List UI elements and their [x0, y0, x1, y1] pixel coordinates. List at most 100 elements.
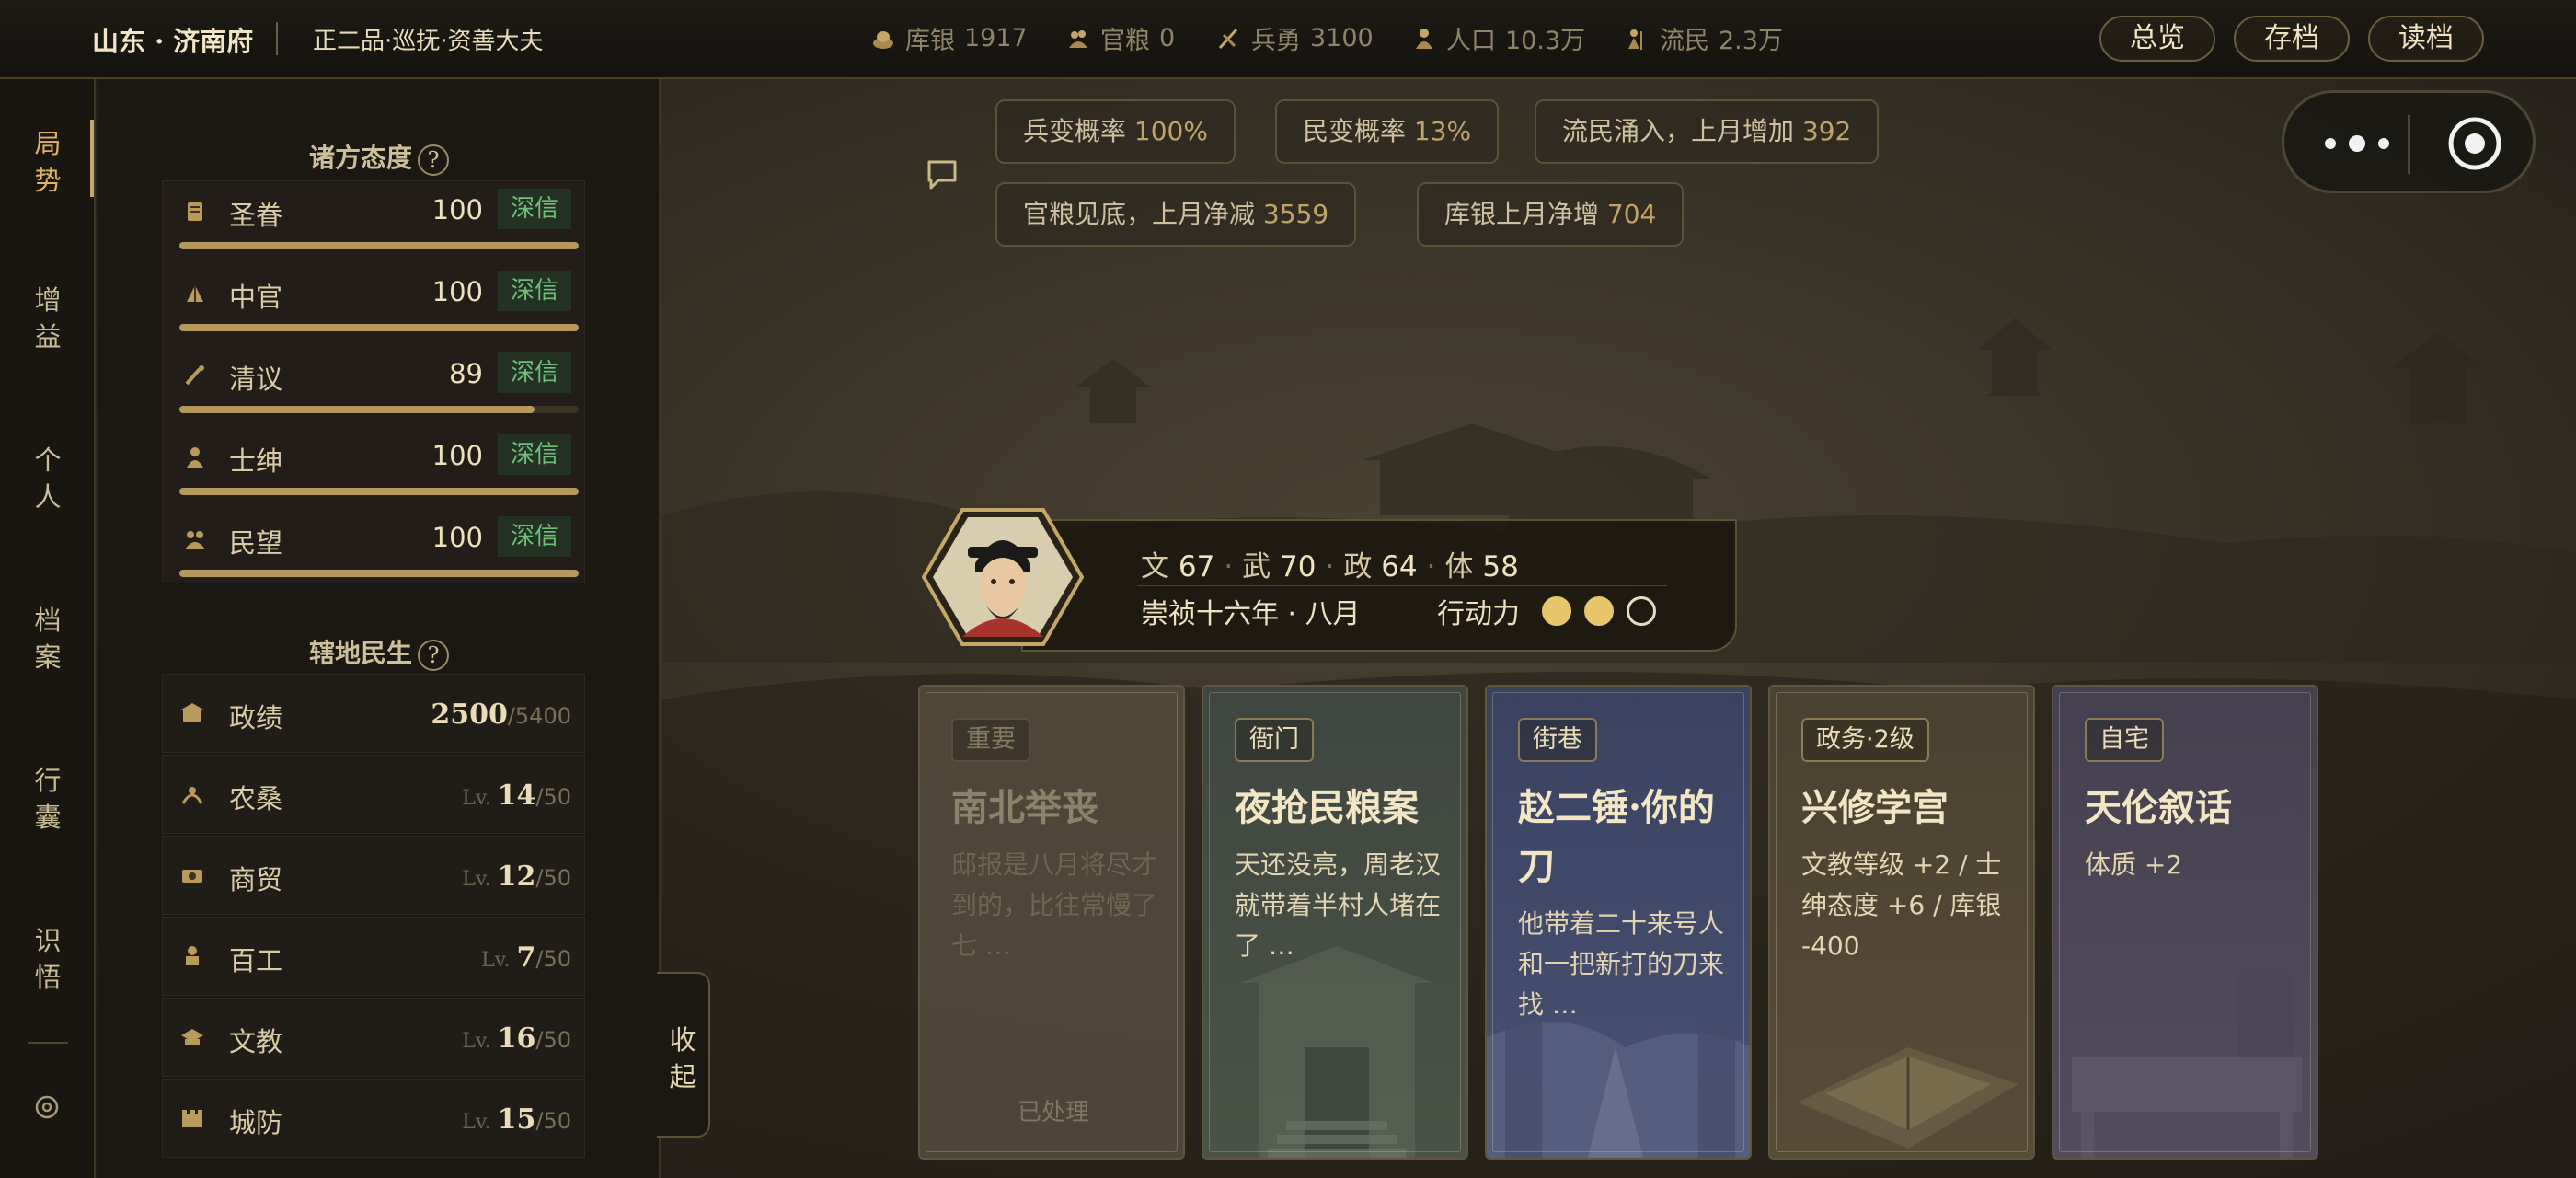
event-card-zhao-erchui[interactable]: 街巷 赵二锤·你的刀 他带着二十来号人和一把新打的刀来找 …: [1485, 685, 1752, 1160]
status-badge: 深信: [498, 271, 571, 311]
resource-grain: 官粮 0: [1065, 20, 1175, 56]
more-icon[interactable]: [2319, 130, 2395, 157]
livelihood-row-agriculture: 农桑 Lv. 14/50: [162, 755, 585, 834]
resource-refugees: 流民 2.3万: [1625, 20, 1783, 56]
status-badge: 深信: [498, 189, 571, 229]
nav-item-insight[interactable]: 识 悟: [0, 922, 96, 996]
card-description: 天还没亮，周老汉就带着半村人堵在了 …: [1235, 849, 1442, 961]
card-title: 天伦叙话: [2085, 786, 2232, 829]
fortress-icon: [182, 1110, 202, 1127]
target-icon[interactable]: [33, 1093, 61, 1121]
brush-icon: [185, 365, 204, 386]
card-tag: 衙门: [1235, 718, 1314, 762]
alert-revolt-chance: 民变概率 13%: [1275, 99, 1500, 164]
alert-silver-increase: 库银上月净增 704: [1417, 182, 1685, 247]
attitude-row-imperial-favor: 圣眷 100 深信: [163, 181, 586, 262]
attitude-bar: [179, 324, 579, 331]
card-tag: 重要: [951, 718, 1030, 762]
nav-item-archive[interactable]: 档 案: [0, 602, 96, 676]
alert-mutiny-chance: 兵变概率 100%: [995, 99, 1236, 164]
nav-item-situation[interactable]: 局 势: [0, 125, 96, 199]
card-status: 已处理: [1017, 1099, 1089, 1126]
attitude-row-popularity: 民望 100 深信: [163, 509, 586, 590]
trade-icon: [182, 870, 202, 883]
livelihood-row-trade: 商贸 Lv. 12/50: [162, 836, 585, 915]
character-stats: 文 67 · 武 70 · 政 64 · 体 58: [1141, 550, 1519, 583]
load-button[interactable]: 读档: [2368, 16, 2484, 62]
left-nav: 局 势 增 益 个 人 档 案 行 囊 识 悟: [0, 79, 96, 1178]
grain-icon: [1069, 29, 1087, 48]
character-portrait[interactable]: [922, 506, 1084, 648]
close-target-icon[interactable]: [2446, 115, 2503, 172]
livelihood-help-button[interactable]: ?: [418, 639, 449, 671]
status-panel: 诸方态度? 圣眷 100 深信 中官 100 深信 清议 89 深信 士绅 10…: [98, 79, 661, 1178]
status-badge: 深信: [498, 516, 571, 557]
nav-item-buffs[interactable]: 增 益: [0, 282, 96, 355]
people-icon: [185, 531, 205, 549]
card-tag: 政务·2级: [1801, 718, 1929, 762]
card-divider: [953, 1077, 1152, 1078]
attitude-bar: [179, 406, 579, 413]
alert-grain-depleted: 官粮见底，上月净减 3559: [995, 182, 1357, 247]
card-description: 邸报是八月将尽才到的，比往常慢了七 …: [951, 849, 1158, 961]
action-point: [1627, 596, 1656, 626]
livelihood-row-education: 文教 Lv. 16/50: [162, 998, 585, 1077]
attitude-row-eunuchs: 中官 100 深信: [163, 263, 586, 344]
livelihood-row-crafts: 百工 Lv. 7/50: [162, 917, 585, 996]
craft-icon: [186, 946, 199, 965]
card-title: 夜抢民粮案: [1235, 786, 1419, 829]
title-divider: [276, 22, 278, 55]
action-point: [1542, 596, 1571, 626]
event-card-school-repair[interactable]: 政务·2级 兴修学宫 文教等级 +2 / 士绅态度 +6 / 库银 -400: [1768, 685, 2035, 1160]
event-card-grain-robbery[interactable]: 衙门 夜抢民粮案 天还没亮，周老汉就带着半村人堵在了 …: [1202, 685, 1468, 1160]
farm-icon: [181, 787, 203, 804]
top-bar: 山东 · 济南府 正二品·巡抚·资善大夫 库银 1917 官粮 0 兵勇 310…: [0, 0, 2576, 79]
overview-button[interactable]: 总览: [2099, 16, 2215, 62]
attitudes-list: 圣眷 100 深信 中官 100 深信 清议 89 深信 士绅 100 深信 民…: [162, 180, 585, 583]
event-card-mourning[interactable]: 重要 南北举丧 邸报是八月将尽才到的，比往常慢了七 … 已处理: [918, 685, 1185, 1160]
attitudes-header: 诸方态度?: [98, 138, 661, 176]
status-badge: 深信: [498, 434, 571, 475]
population-icon: [1416, 28, 1432, 49]
event-card-family-talk[interactable]: 自宅 天伦叙话 体质 +2: [2052, 685, 2318, 1160]
capsule-divider: [2408, 115, 2410, 174]
refugee-icon: [1628, 29, 1642, 50]
attitude-bar: [179, 570, 579, 577]
alert-refugee-influx: 流民涌入，上月增加 392: [1535, 99, 1880, 164]
education-icon: [181, 1029, 203, 1045]
card-description: 他带着二十来号人和一把新打的刀来找 …: [1518, 908, 1725, 1020]
chat-icon[interactable]: [924, 156, 960, 193]
official-rank: 正二品·巡抚·资善大夫: [313, 28, 544, 55]
livelihood-row-merit: 政绩 2500/5400: [162, 674, 585, 753]
attitude-bar: [179, 242, 579, 249]
attitude-row-public-opinion: 清议 89 深信: [163, 345, 586, 426]
card-title: 赵二锤·你的刀: [1518, 786, 1715, 888]
card-tag: 街巷: [1518, 718, 1597, 762]
action-point: [1584, 596, 1614, 626]
merit-icon: [181, 703, 203, 722]
fan-icon: [187, 285, 203, 302]
livelihood-header: 辖地民生?: [98, 633, 661, 671]
soldier-icon: [1218, 28, 1238, 49]
attitudes-help-button[interactable]: ?: [418, 144, 449, 176]
location-title: 山东 · 济南府: [92, 26, 254, 57]
nav-divider: [28, 1042, 68, 1044]
action-points-label: 行动力: [1437, 598, 1520, 630]
card-description: 体质 +2: [2085, 849, 2183, 880]
nav-item-personal[interactable]: 个 人: [0, 442, 96, 515]
collapse-panel-button[interactable]: 收 起: [657, 972, 710, 1138]
resource-soldiers: 兵勇 3100: [1216, 20, 1374, 56]
save-button[interactable]: 存档: [2234, 16, 2350, 62]
current-date: 崇祯十六年 · 八月: [1141, 598, 1361, 630]
character-divider: [1137, 585, 1667, 586]
livelihood-row-defense: 城防 Lv. 15/50: [162, 1079, 585, 1158]
resource-population: 人口 10.3万: [1411, 20, 1585, 56]
attitude-row-gentry: 士绅 100 深信: [163, 427, 586, 508]
card-description: 文教等级 +2 / 士绅态度 +6 / 库银 -400: [1801, 849, 2002, 961]
nav-item-inventory[interactable]: 行 囊: [0, 762, 96, 836]
status-badge: 深信: [498, 352, 571, 393]
attitude-bar: [179, 488, 579, 495]
gentry-icon: [187, 447, 203, 468]
card-tag: 自宅: [2085, 718, 2164, 762]
card-title: 兴修学宫: [1801, 786, 1949, 829]
